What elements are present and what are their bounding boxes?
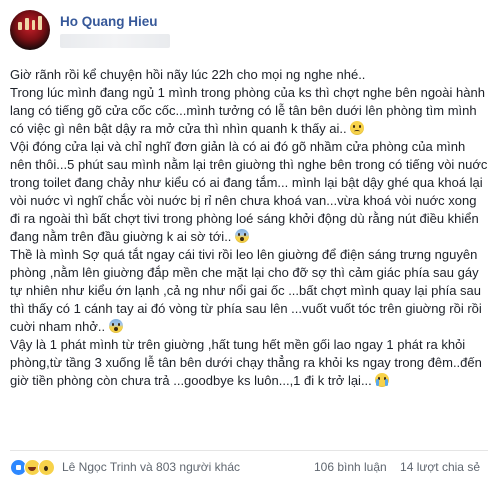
reaction-icons[interactable]	[10, 459, 58, 477]
post-meta-redacted	[60, 34, 170, 48]
wow-icon	[38, 459, 55, 476]
paragraph-text: Vội đóng cửa lại và chỉ nghĩ đơn giản là…	[10, 139, 488, 244]
post-header: Ho Quang Hieu	[10, 10, 480, 52]
shares-count-link[interactable]: 14 lượt chia sẻ	[400, 460, 480, 474]
paragraph-2: Trong lúc mình đang ngủ 1 mình trong phò…	[10, 84, 488, 138]
comments-count-link[interactable]: 106 bình luận	[314, 460, 387, 474]
paragraph-text: Giờ rãnh rồi kể chuyện hồi nãy lúc 22h c…	[10, 67, 366, 82]
author-name[interactable]: Ho Quang Hieu	[60, 14, 158, 29]
paragraph-4: Thề là mình Sợ quá tắt ngay cái tivi rồi…	[10, 246, 488, 336]
paragraph-5: Vậy là 1 phát mình từ trên giuờng ,hất t…	[10, 336, 488, 390]
paragraph-text: Vậy là 1 phát mình từ trên giuờng ,hất t…	[10, 337, 482, 388]
reactions-bar: Lê Ngọc Trinh và 803 người khác 106 bình…	[10, 450, 488, 481]
reactions-summary-link[interactable]: Lê Ngọc Trinh và 803 người khác	[62, 460, 240, 474]
fear-face-icon	[108, 319, 123, 333]
paragraph-text: Trong lúc mình đang ngủ 1 mình trong phò…	[10, 85, 485, 136]
paragraph-text: Thề là mình Sợ quá tắt ngay cái tivi rồi…	[10, 247, 482, 334]
avatar-image-icon	[18, 16, 42, 30]
fear-face-icon	[235, 229, 250, 243]
paragraph-1: Giờ rãnh rồi kể chuyện hồi nãy lúc 22h c…	[10, 66, 488, 84]
engagement-counts: 106 bình luận 14 lượt chia sẻ	[314, 460, 480, 474]
facebook-post: Ho Quang Hieu Giờ rãnh rồi kể chuyện hồi…	[0, 0, 498, 487]
worried-face-icon	[350, 121, 365, 135]
avatar[interactable]	[10, 10, 50, 50]
post-content: Giờ rãnh rồi kể chuyện hồi nãy lúc 22h c…	[10, 66, 488, 390]
crying-face-icon	[375, 373, 390, 387]
paragraph-3: Vội đóng cửa lại và chỉ nghĩ đơn giản là…	[10, 138, 488, 246]
